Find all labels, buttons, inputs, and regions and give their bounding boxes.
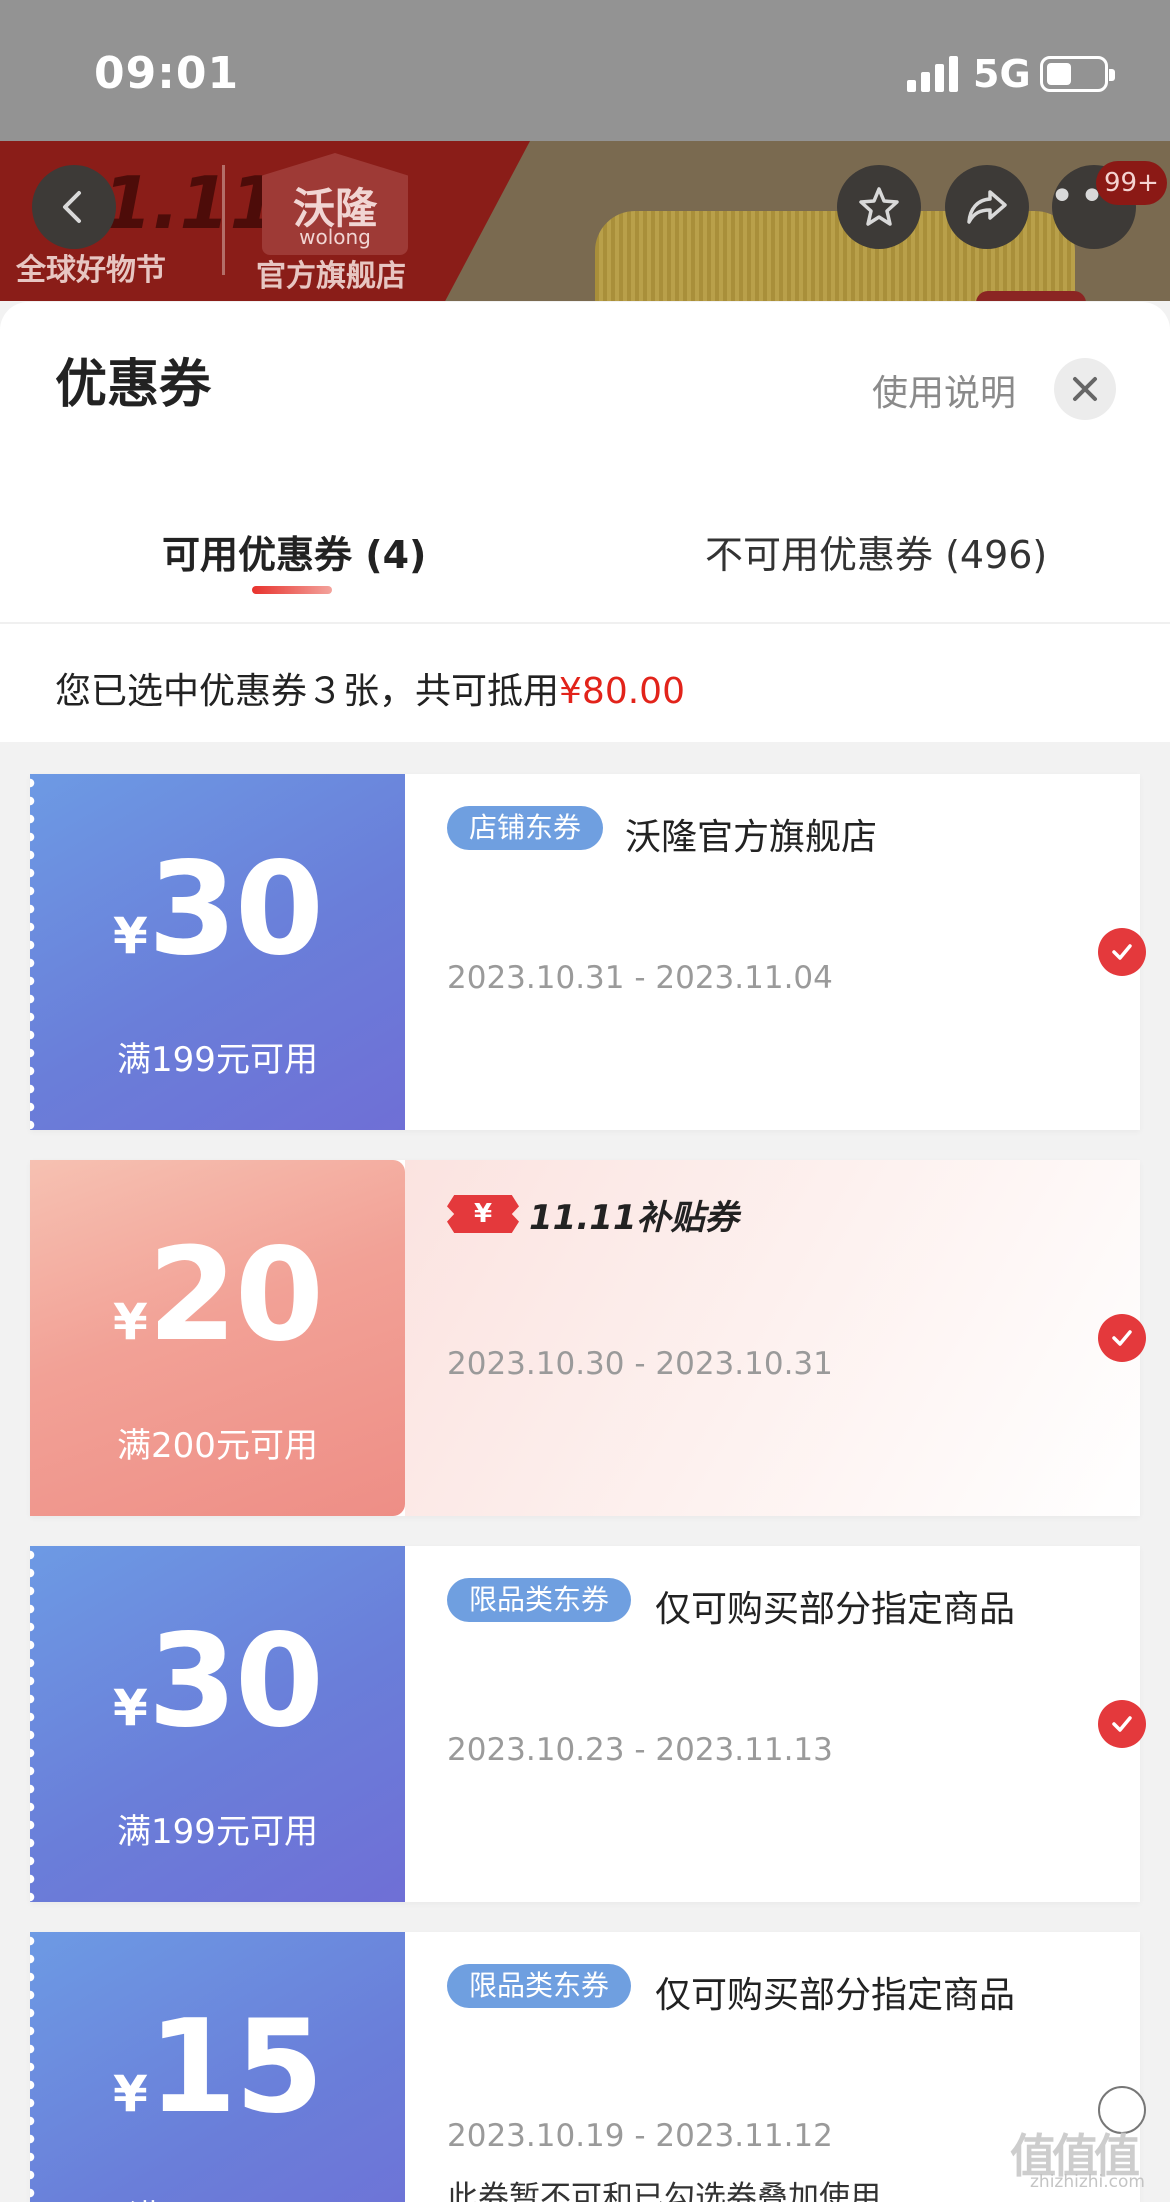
coupon-condition: 满200元可用 (117, 1426, 318, 1466)
coupon-value: 30 (147, 835, 324, 984)
coupon-info: 店铺东券 沃隆官方旗舰店 2023.10.31 - 2023.11.04 (405, 774, 1146, 1130)
coupon-value: 30 (147, 1607, 324, 1756)
coupon-checkbox[interactable] (1098, 928, 1146, 976)
store-header: 11.11 全球好物节 沃隆 wolong 官方旗舰店 ••• 99+ (0, 141, 1170, 301)
coupon-value-panel: ¥15 满99元可用 (30, 1932, 405, 2202)
coupon-tag: 限品类东券 (447, 1964, 632, 2008)
coupon-info: ¥ 11.11补贴券 2023.10.30 - 2023.10.31 (405, 1160, 1146, 1516)
coupon-amount: ¥15 (30, 2004, 405, 2132)
close-button[interactable] (1054, 358, 1116, 420)
promo-subtitle: 全球好物节 (16, 253, 166, 288)
coupon-condition: 满199元可用 (117, 1040, 318, 1080)
coupon-value: 15 (147, 1993, 324, 2142)
coupon-amount: ¥30 (30, 846, 405, 974)
share-icon (967, 190, 1007, 224)
coupon-amount: ¥30 (30, 1618, 405, 1746)
coupon-card[interactable]: ¥30 满199元可用 限品类东券 仅可购买部分指定商品 2023.10.23 … (30, 1546, 1146, 1902)
coupon-checkbox[interactable] (1098, 1700, 1146, 1748)
message-badge: 99+ (1096, 161, 1167, 205)
coupon-name: 仅可购买部分指定商品 (655, 1975, 1016, 2016)
tab-unavailable-coupons[interactable]: 不可用优惠券 (496) (705, 524, 1047, 579)
brand-logo: 沃隆 wolong (262, 153, 408, 255)
coupon-card[interactable]: ¥20 满200元可用 ¥ 11.11补贴券 2023.10.30 - 2023… (30, 1160, 1146, 1516)
coupon-card[interactable]: ¥15 满99元可用 限品类东券 仅可购买部分指定商品 2023.10.19 -… (30, 1932, 1146, 2202)
tab-divider (0, 622, 1170, 624)
coupon-ticket-icon: ¥ (447, 1195, 519, 1233)
close-icon (1073, 377, 1097, 401)
watermark-url: zhizhizhi.com (1030, 2172, 1145, 2192)
summary-amount: ¥80.00 (559, 671, 685, 712)
coupon-tag: 限品类东券 (447, 1578, 632, 1622)
network-label: 5G (973, 52, 1031, 96)
coupon-currency: ¥ (113, 1293, 148, 1351)
coupon-condition: 满99元可用 (30, 2190, 405, 2202)
coupon-currency: ¥ (113, 1679, 148, 1737)
selection-summary: 您已选中优惠券３张，共可抵用¥80.00 (55, 662, 685, 714)
favorite-button[interactable] (837, 165, 921, 249)
summary-text: 您已选中优惠券３张，共可抵用 (55, 671, 560, 712)
coupon-dates: 2023.10.31 - 2023.11.04 (447, 960, 833, 996)
coupon-dates: 2023.10.30 - 2023.10.31 (447, 1346, 833, 1382)
brand-en: wolong (299, 225, 371, 249)
sheet-header: 优惠券 使用说明 可用优惠券 (4) 不可用优惠券 (496) 您已选中优惠券３… (0, 302, 1170, 742)
checkmark-icon (1112, 1330, 1132, 1346)
battery-icon (1040, 56, 1115, 92)
subsidy-coupon-label: 11.11补贴券 (529, 1197, 739, 1238)
coupon-amount: ¥20 (30, 1232, 405, 1360)
star-icon (859, 187, 899, 226)
coupon-value: 20 (147, 1221, 324, 1370)
share-button[interactable] (945, 165, 1029, 249)
coupon-value-panel: ¥30 满199元可用 (30, 1546, 405, 1902)
checkmark-icon (1112, 944, 1132, 960)
chevron-left-icon (63, 191, 81, 223)
coupon-sheet: 优惠券 使用说明 可用优惠券 (4) 不可用优惠券 (496) 您已选中优惠券３… (0, 302, 1170, 2202)
status-bar: 09:01 5G (0, 0, 1170, 141)
coupon-value-panel: ¥30 满199元可用 (30, 774, 405, 1130)
coupon-currency: ¥ (113, 2065, 148, 2123)
usage-instructions-link[interactable]: 使用说明 (872, 364, 1016, 416)
brand-subtitle: 官方旗舰店 (256, 259, 406, 294)
subsidy-coupon-logo: ¥ 11.11补贴券 (447, 1194, 739, 1238)
coupon-stacking-note: 此券暂不可和已勾选券叠加使用 (447, 2180, 881, 2202)
coupon-tag: 店铺东券 (447, 806, 604, 850)
coupon-info: 限品类东券 仅可购买部分指定商品 2023.10.23 - 2023.11.13 (405, 1546, 1146, 1902)
coupon-card[interactable]: ¥30 满199元可用 店铺东券 沃隆官方旗舰店 2023.10.31 - 20… (30, 774, 1146, 1130)
coupon-name: 沃隆官方旗舰店 (625, 817, 878, 858)
status-time: 09:01 (94, 48, 240, 99)
coupon-dates: 2023.10.23 - 2023.11.13 (447, 1732, 833, 1768)
sheet-title: 优惠券 (55, 355, 212, 415)
product-tag-peek (976, 291, 1086, 301)
coupon-dates: 2023.10.19 - 2023.11.12 (447, 2118, 833, 2154)
coupon-condition: 满199元可用 (117, 1812, 318, 1852)
promo-divider (222, 165, 225, 275)
checkmark-icon (1112, 1716, 1132, 1732)
coupon-currency: ¥ (113, 907, 148, 965)
coupon-name: 仅可购买部分指定商品 (655, 1589, 1016, 1630)
signal-icon (907, 56, 959, 92)
tab-available-coupons[interactable]: 可用优惠券 (4) (162, 524, 426, 579)
coupon-checkbox[interactable] (1098, 1314, 1146, 1362)
active-tab-indicator (252, 586, 332, 594)
back-button[interactable] (32, 165, 116, 249)
coupon-value-panel: ¥20 满200元可用 (30, 1160, 405, 1516)
